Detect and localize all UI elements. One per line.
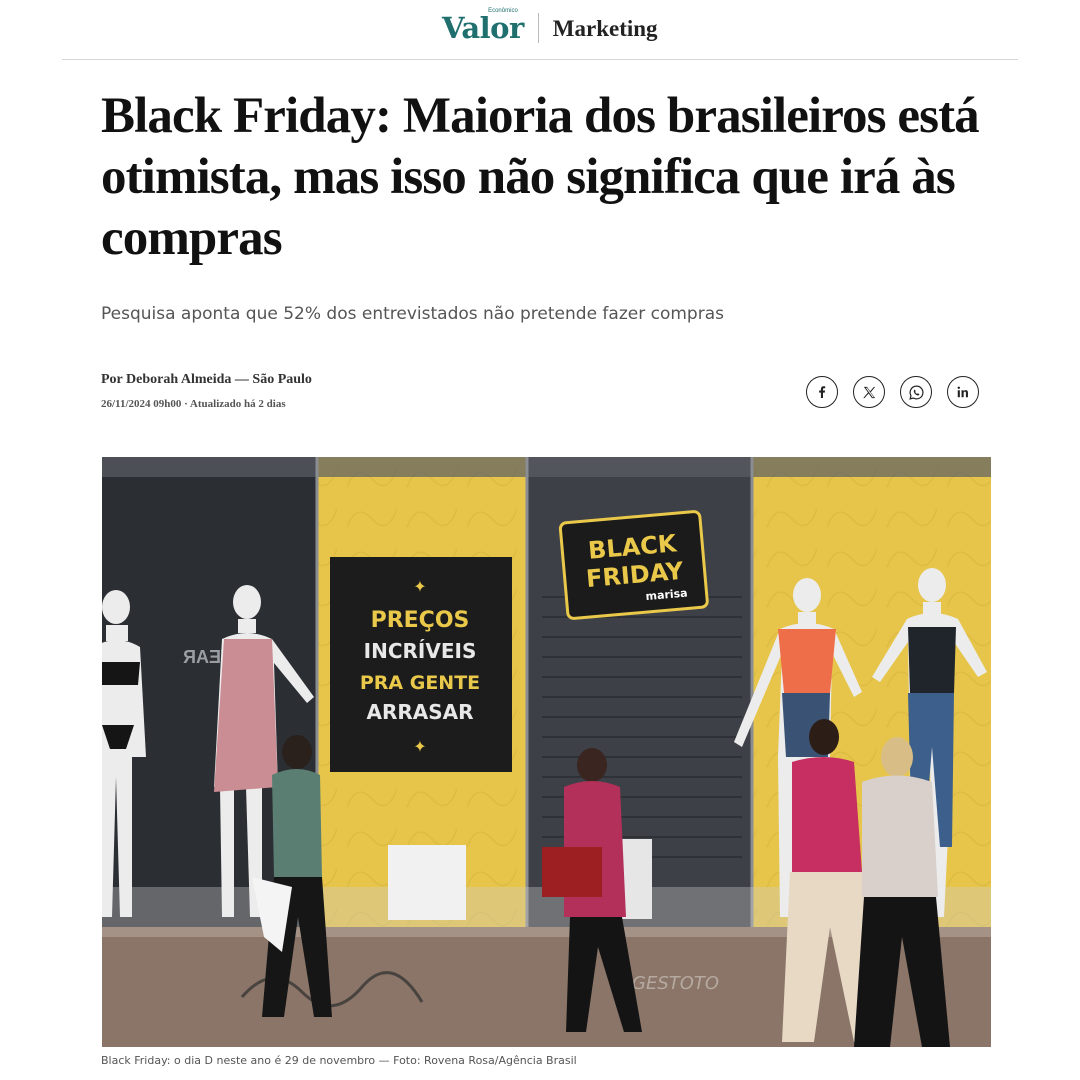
sign-line-2: INCRÍVEIS xyxy=(364,639,477,663)
sign-line-3: PRA GENTE xyxy=(360,672,480,694)
share-whatsapp-button[interactable] xyxy=(900,376,932,408)
brand-divider xyxy=(537,13,539,43)
site-header: Valor Econômico Marketing xyxy=(62,0,1018,60)
storefront-illustration: WEAR ✦ PREÇOS INCRÍVEIS PRA GENTE ARRASA… xyxy=(102,457,991,1047)
whatsapp-icon xyxy=(908,385,924,400)
brand[interactable]: Valor Econômico Marketing xyxy=(442,8,658,48)
valor-logo[interactable]: Valor Econômico xyxy=(442,8,524,45)
valor-logo-tag: Econômico xyxy=(488,7,518,14)
photo-caption: Black Friday: o dia D neste ano é 29 de … xyxy=(101,1054,577,1067)
sign-line-1: PREÇOS xyxy=(371,608,470,633)
x-icon xyxy=(862,386,875,398)
article-dateline: 26/11/2024 09h00 · Atualizado há 2 dias xyxy=(101,398,286,410)
sign-line-4: ARRASAR xyxy=(366,700,473,724)
article-headline: Black Friday: Maioria dos brasileiros es… xyxy=(101,88,980,266)
share-facebook-button[interactable] xyxy=(806,376,838,408)
svg-text:✦: ✦ xyxy=(413,577,426,596)
svg-text:✦: ✦ xyxy=(413,737,426,756)
facebook-icon xyxy=(819,386,826,398)
valor-logo-text: Valor xyxy=(442,10,524,45)
linkedin-icon xyxy=(957,386,968,398)
article-subtitle: Pesquisa aponta que 52% dos entrevistado… xyxy=(101,304,724,324)
share-bar xyxy=(806,376,979,408)
share-x-button[interactable] xyxy=(853,376,885,408)
black-friday-badge: BLACK FRIDAY marisa xyxy=(558,510,709,620)
share-linkedin-button[interactable] xyxy=(947,376,979,408)
section-link-marketing[interactable]: Marketing xyxy=(553,17,658,40)
article-photo: WEAR ✦ PREÇOS INCRÍVEIS PRA GENTE ARRASA… xyxy=(102,457,991,1047)
article-byline: Por Deborah Almeida — São Paulo xyxy=(101,372,312,387)
wall-graffiti: GESTOTO xyxy=(632,973,719,994)
